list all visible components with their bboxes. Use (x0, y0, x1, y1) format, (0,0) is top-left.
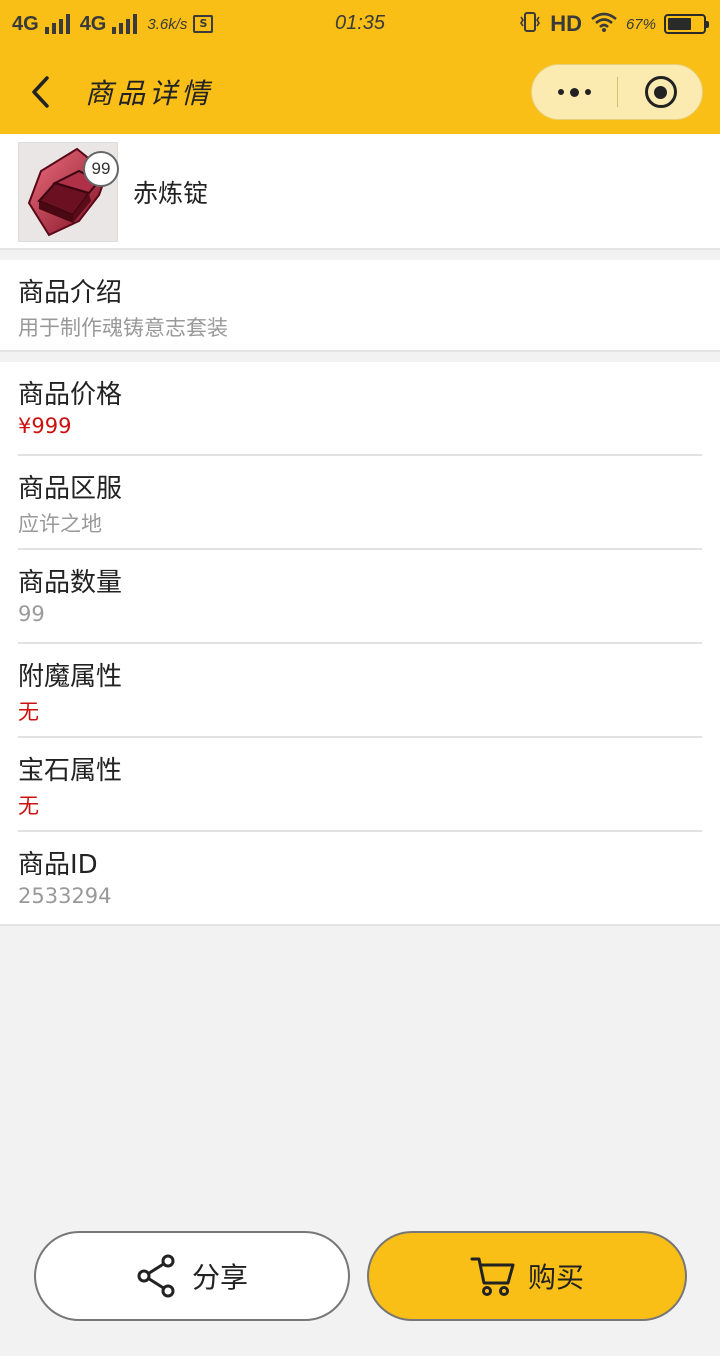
target-icon (644, 76, 677, 108)
enchant-value: 无 (18, 700, 39, 724)
more-dots-icon (558, 87, 591, 97)
battery-icon (664, 14, 709, 34)
buy-button[interactable]: 购买 (367, 1231, 687, 1321)
more-button[interactable] (532, 65, 617, 119)
back-button[interactable] (22, 72, 58, 112)
product-name: 赤炼锭 (133, 179, 209, 208)
detail-row-gem: 宝石属性 无 (0, 738, 720, 832)
intro-label: 商品介绍 (18, 278, 123, 308)
page-title: 商品详情 (85, 77, 214, 110)
quantity-value: 99 (18, 602, 45, 626)
detail-row-id: 商品ID 2533294 (0, 832, 720, 926)
share-label: 分享 (191, 1261, 248, 1294)
share-icon (137, 1254, 175, 1298)
wifi-icon (590, 11, 618, 37)
detail-row-price: 商品价格 ¥999 (0, 362, 720, 456)
battery-percent: 67% (625, 15, 656, 33)
gem-label: 宝石属性 (18, 756, 123, 786)
share-button[interactable]: 分享 (34, 1231, 350, 1321)
close-mini-program-button[interactable] (618, 65, 703, 119)
product-header: 99 赤炼锭 (0, 134, 720, 250)
price-label: 商品价格 (18, 380, 123, 410)
server-label: 商品区服 (18, 474, 123, 504)
nav-bar: 商品详情 (0, 48, 720, 134)
details-section: 商品价格 ¥999 商品区服 应许之地 商品数量 99 附魔属性 无 宝石属性 … (0, 362, 720, 926)
intro-section: 商品介绍 用于制作魂铸意志套装 (0, 260, 720, 352)
mini-program-capsule (531, 64, 703, 120)
status-bar: 4G 4G 3.6k/s S 01:35 HD 67% (0, 0, 720, 48)
detail-row-quantity: 商品数量 99 (0, 550, 720, 644)
enchant-label: 附魔属性 (18, 662, 123, 692)
id-value: 2533294 (18, 884, 112, 908)
cart-icon (470, 1257, 515, 1296)
id-label: 商品ID (18, 850, 98, 880)
hd-voice-icon: HD (550, 11, 582, 36)
detail-row-enchant: 附魔属性 无 (0, 644, 720, 738)
buy-label: 购买 (527, 1261, 584, 1294)
chevron-left-icon (32, 76, 49, 108)
status-bar-right: HD 67% (518, 10, 709, 38)
quantity-label: 商品数量 (18, 568, 123, 598)
detail-row-server: 商品区服 应许之地 (0, 456, 720, 550)
quantity-badge: 99 (83, 151, 119, 187)
server-value: 应许之地 (18, 512, 102, 536)
product-image: 99 (18, 142, 119, 242)
price-value: ¥999 (18, 414, 72, 438)
gem-value: 无 (18, 794, 39, 818)
intro-value: 用于制作魂铸意志套装 (18, 316, 228, 340)
vibrate-icon (518, 11, 542, 38)
